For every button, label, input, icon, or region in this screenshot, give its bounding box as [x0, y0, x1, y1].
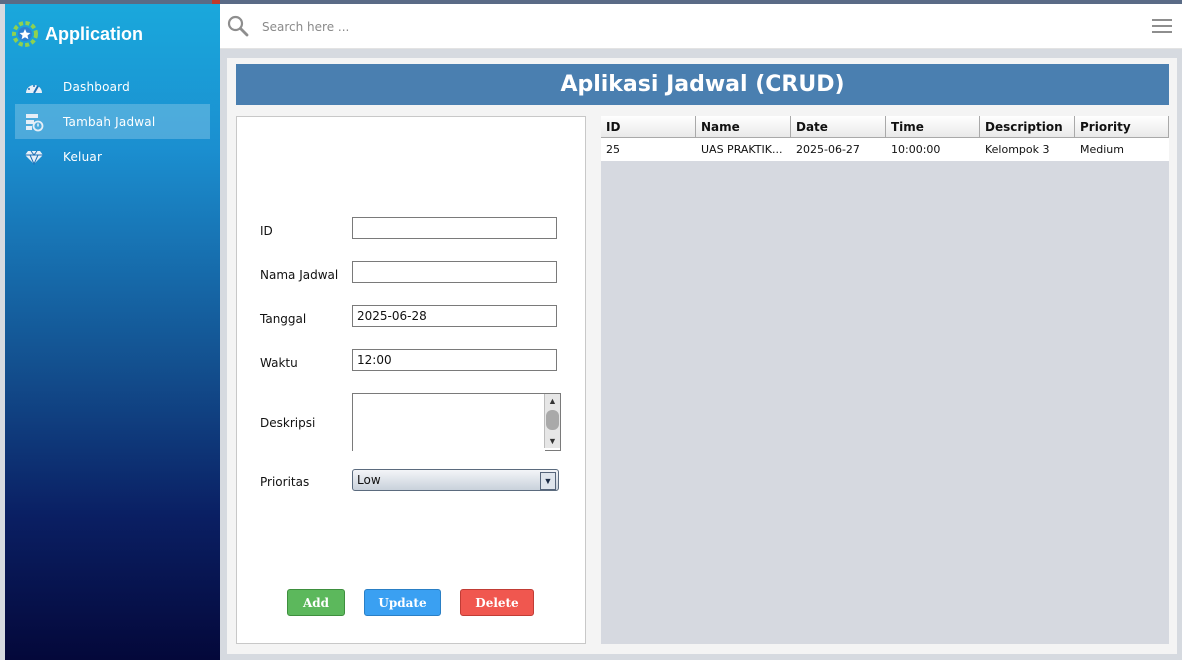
table-cell: UAS PRAKTIK...: [701, 143, 783, 156]
column-header-name[interactable]: Name: [696, 116, 791, 137]
column-header-time[interactable]: Time: [886, 116, 980, 137]
diamond-icon: [23, 146, 45, 168]
scroll-up-icon[interactable]: ▲: [545, 394, 560, 408]
application-window: Application Dashboard Tambah Jadwal Kelu…: [5, 4, 1182, 660]
sidebar-nav: Dashboard Tambah Jadwal Keluar: [15, 69, 210, 174]
name-field[interactable]: [352, 261, 557, 283]
chevron-down-icon[interactable]: ▼: [540, 472, 556, 490]
table-cell: 2025-06-27: [796, 143, 860, 156]
table-row[interactable]: 25 UAS PRAKTIK... 2025-06-27 10:00:00 Ke…: [601, 138, 1169, 161]
update-button[interactable]: Update: [364, 589, 441, 616]
date-field[interactable]: [352, 305, 557, 327]
gauge-icon: [23, 76, 45, 98]
name-label: Nama Jadwal: [260, 268, 339, 282]
table-cell: Kelompok 3: [985, 143, 1050, 156]
description-textarea[interactable]: [353, 394, 545, 452]
id-label: ID: [260, 224, 273, 238]
time-field[interactable]: [352, 349, 557, 371]
table-cell: Medium: [1080, 143, 1124, 156]
priority-label: Prioritas: [260, 475, 310, 489]
description-scrollbar[interactable]: ▲ ▼: [544, 394, 560, 448]
search-icon[interactable]: [226, 14, 250, 38]
scroll-thumb[interactable]: [546, 410, 559, 430]
schedule-form: ID Nama Jadwal Tanggal Waktu Deskripsi ▲…: [236, 116, 586, 644]
id-field[interactable]: [352, 217, 557, 239]
hamburger-menu-icon[interactable]: [1150, 16, 1174, 36]
sidebar: Application Dashboard Tambah Jadwal Kelu…: [5, 4, 220, 660]
scroll-down-icon[interactable]: ▼: [545, 434, 560, 448]
schedule-table: ID Name Date Time Description Priority 2…: [601, 116, 1169, 644]
priority-select[interactable]: Low ▼: [352, 469, 559, 491]
sidebar-item-keluar[interactable]: Keluar: [15, 139, 210, 174]
page-title: Aplikasi Jadwal (CRUD): [236, 64, 1169, 105]
column-header-date[interactable]: Date: [791, 116, 886, 137]
column-header-id[interactable]: ID: [601, 116, 696, 137]
column-header-priority[interactable]: Priority: [1075, 116, 1169, 137]
description-field[interactable]: ▲ ▼: [352, 393, 561, 452]
time-label: Waktu: [260, 356, 298, 370]
main-content: Aplikasi Jadwal (CRUD) ID Nama Jadwal Ta…: [227, 58, 1177, 654]
sidebar-item-dashboard[interactable]: Dashboard: [15, 69, 210, 104]
app-title: Application: [45, 23, 143, 44]
brand: Application: [11, 18, 143, 50]
priority-value: Low: [357, 473, 381, 487]
table-header: ID Name Date Time Description Priority: [601, 116, 1169, 138]
date-label: Tanggal: [260, 312, 307, 326]
top-bar: [220, 4, 1182, 49]
delete-button[interactable]: Delete: [460, 589, 534, 616]
sidebar-item-tambah-jadwal[interactable]: Tambah Jadwal: [15, 104, 210, 139]
table-cell: 25: [606, 143, 620, 156]
column-header-description[interactable]: Description: [980, 116, 1075, 137]
schedule-add-icon: [23, 111, 45, 133]
sidebar-item-label: Tambah Jadwal: [63, 114, 156, 129]
sidebar-item-label: Dashboard: [63, 79, 130, 94]
add-button[interactable]: Add: [287, 589, 345, 616]
sidebar-item-label: Keluar: [63, 149, 103, 164]
table-cell: 10:00:00: [891, 143, 941, 156]
description-label: Deskripsi: [260, 416, 316, 430]
search-input[interactable]: [260, 16, 864, 38]
app-logo-icon: [12, 21, 38, 47]
